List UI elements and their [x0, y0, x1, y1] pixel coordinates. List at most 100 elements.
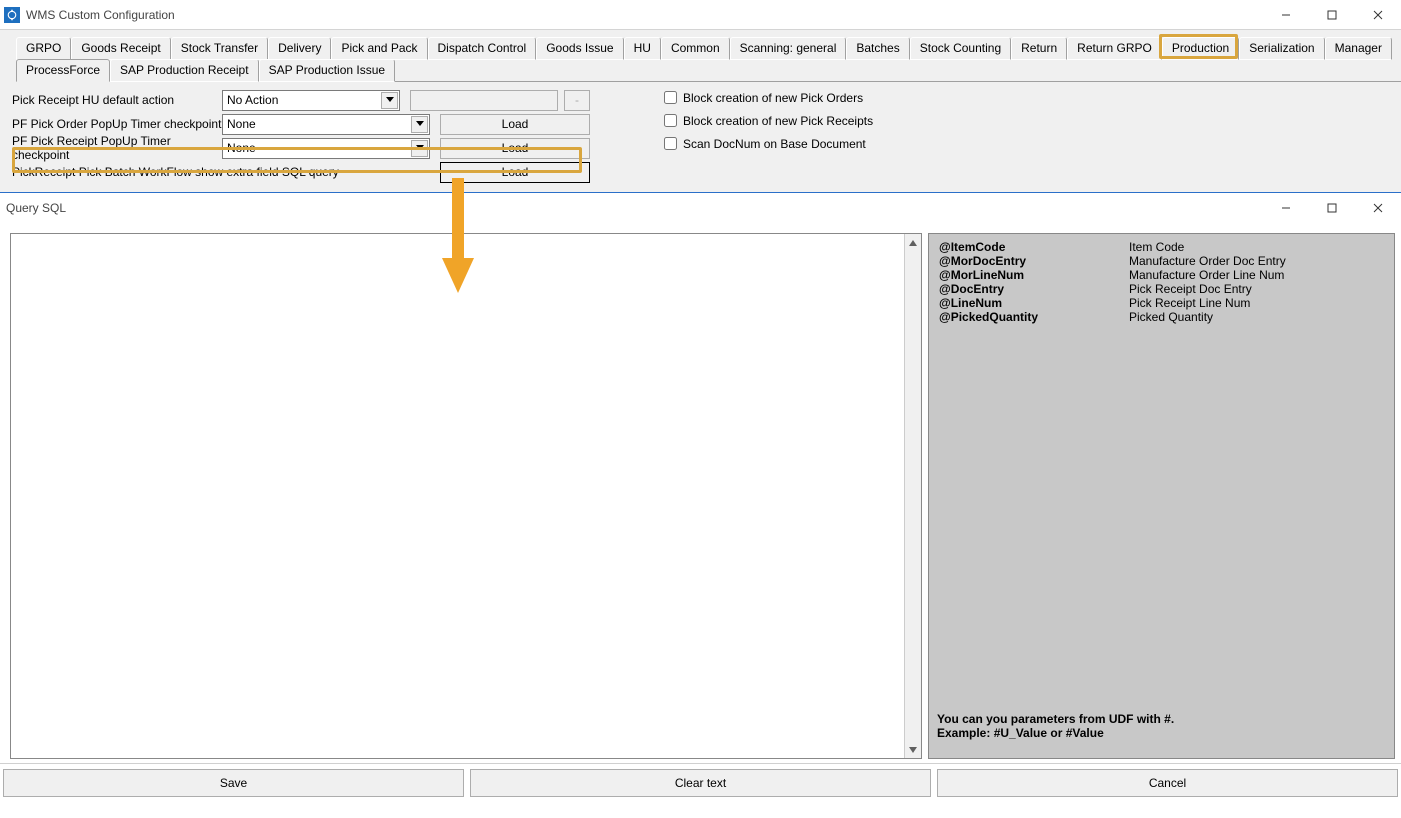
checkbox-scan-docnum[interactable]: [664, 137, 677, 150]
dash-button[interactable]: -: [564, 90, 590, 111]
client-area: GRPOGoods ReceiptStock TransferDeliveryP…: [0, 30, 1401, 192]
param-name: @MorLineNum: [937, 268, 1127, 282]
param-name: @LineNum: [937, 296, 1127, 310]
btn-label: Load: [502, 165, 529, 179]
tab-goods-receipt[interactable]: Goods Receipt: [71, 37, 170, 60]
param-row: @MorLineNumManufacture Order Line Num: [937, 268, 1388, 282]
tab-scanning-general[interactable]: Scanning: general: [730, 37, 847, 60]
btn-label: Cancel: [1149, 776, 1186, 790]
load-button-sql-query[interactable]: Load: [440, 162, 590, 183]
tab-hu[interactable]: HU: [624, 37, 661, 60]
tab-production[interactable]: Production: [1162, 37, 1239, 60]
param-table: @ItemCodeItem Code@MorDocEntryManufactur…: [937, 240, 1388, 324]
chevron-down-icon: [411, 140, 428, 157]
param-name: @PickedQuantity: [937, 310, 1127, 324]
app-icon: [4, 7, 20, 23]
tab-dispatch-control[interactable]: Dispatch Control: [428, 37, 537, 60]
param-name: @DocEntry: [937, 282, 1127, 296]
maximize-button[interactable]: [1309, 0, 1355, 30]
label-pick-order-timer: PF Pick Order PopUp Timer checkpoint: [10, 117, 222, 131]
chevron-down-icon: [381, 92, 398, 109]
combo-value: None: [227, 141, 256, 155]
tab-batches[interactable]: Batches: [846, 37, 909, 60]
tab-grpo[interactable]: GRPO: [16, 37, 71, 60]
scroll-up-icon[interactable]: [905, 234, 921, 251]
footnote-line1: You can you parameters from UDF with #.: [937, 712, 1174, 726]
combo-value: No Action: [227, 93, 278, 107]
window-title: Query SQL: [6, 201, 66, 215]
tab-return[interactable]: Return: [1011, 37, 1067, 60]
dash-label: -: [575, 93, 579, 107]
footnote-line2: Example: #U_Value or #Value: [937, 726, 1174, 740]
tab-manager[interactable]: Manager: [1325, 37, 1392, 60]
tab-serialization[interactable]: Serialization: [1239, 37, 1324, 60]
checkbox-block-pick-orders[interactable]: [664, 91, 677, 104]
tabs-row2: ProcessForceSAP Production ReceiptSAP Pr…: [16, 58, 1401, 82]
param-row: @ItemCodeItem Code: [937, 240, 1388, 254]
titlebar: WMS Custom Configuration: [0, 0, 1401, 30]
tab-sap-production-issue[interactable]: SAP Production Issue: [259, 59, 396, 82]
maximize-button[interactable]: [1309, 193, 1355, 223]
check-row-scan-docnum: Scan DocNum on Base Document: [660, 132, 873, 155]
tab-processforce[interactable]: ProcessForce: [16, 59, 110, 82]
tabs-row1: GRPOGoods ReceiptStock TransferDeliveryP…: [16, 36, 1395, 59]
tab-stock-counting[interactable]: Stock Counting: [910, 37, 1011, 60]
param-desc: Pick Receipt Doc Entry: [1127, 282, 1388, 296]
window-title: WMS Custom Configuration: [26, 8, 175, 22]
scrollbar[interactable]: [904, 234, 921, 758]
minimize-button[interactable]: [1263, 0, 1309, 30]
label-pick-receipt-timer: PF Pick Receipt PopUp Timer checkpoint: [10, 134, 222, 162]
load-button-pick-order[interactable]: Load: [440, 114, 590, 135]
combo-value: None: [227, 117, 256, 131]
param-panel: @ItemCodeItem Code@MorDocEntryManufactur…: [928, 233, 1395, 759]
chevron-down-icon: [411, 116, 428, 133]
checkbox-label: Scan DocNum on Base Document: [683, 137, 866, 151]
tab-pick-and-pack[interactable]: Pick and Pack: [331, 37, 427, 60]
save-button[interactable]: Save: [3, 769, 464, 797]
combo-pick-receipt-timer[interactable]: None: [222, 138, 430, 159]
checkbox-label: Block creation of new Pick Receipts: [683, 114, 873, 128]
right-checkboxes: Block creation of new Pick Orders Block …: [660, 86, 873, 155]
tab-goods-issue[interactable]: Goods Issue: [536, 37, 623, 60]
form-row-sql-query: PickReceipt Pick Batch WorkFlow show ext…: [10, 160, 1391, 184]
query-sql-window: Query SQL @ItemCodeItem Code@MorDocEntry…: [0, 192, 1401, 818]
combo-pick-order-timer[interactable]: None: [222, 114, 430, 135]
checkbox-label: Block creation of new Pick Orders: [683, 91, 863, 105]
tab-common[interactable]: Common: [661, 37, 730, 60]
query-sql-body: @ItemCodeItem Code@MorDocEntryManufactur…: [0, 223, 1401, 763]
param-desc: Manufacture Order Doc Entry: [1127, 254, 1388, 268]
scroll-down-icon[interactable]: [905, 741, 921, 758]
param-desc: Manufacture Order Line Num: [1127, 268, 1388, 282]
param-desc: Item Code: [1127, 240, 1388, 254]
btn-label: Clear text: [675, 776, 726, 790]
param-name: @MorDocEntry: [937, 254, 1127, 268]
tab-stock-transfer[interactable]: Stock Transfer: [171, 37, 268, 60]
btn-label: Save: [220, 776, 247, 790]
window-controls: [1263, 0, 1401, 30]
tab-sap-production-receipt[interactable]: SAP Production Receipt: [110, 59, 259, 82]
param-row: @MorDocEntryManufacture Order Doc Entry: [937, 254, 1388, 268]
bottom-buttons: Save Clear text Cancel: [0, 763, 1401, 802]
close-button[interactable]: [1355, 0, 1401, 30]
query-sql-titlebar: Query SQL: [0, 193, 1401, 223]
check-row-block-orders: Block creation of new Pick Orders: [660, 86, 873, 109]
label-default-action: Pick Receipt HU default action: [10, 93, 222, 107]
btn-label: Load: [502, 117, 529, 131]
param-row: @LineNumPick Receipt Line Num: [937, 296, 1388, 310]
close-button[interactable]: [1355, 193, 1401, 223]
tab-page-processforce: Pick Receipt HU default action No Action…: [6, 82, 1395, 188]
tab-delivery[interactable]: Delivery: [268, 37, 331, 60]
load-button-pick-receipt[interactable]: Load: [440, 138, 590, 159]
label-sql-query: PickReceipt Pick Batch WorkFlow show ext…: [10, 165, 414, 179]
sql-textarea[interactable]: [11, 234, 904, 758]
param-row: @DocEntryPick Receipt Doc Entry: [937, 282, 1388, 296]
minimize-button[interactable]: [1263, 193, 1309, 223]
tab-return-grpo[interactable]: Return GRPO: [1067, 37, 1162, 60]
check-row-block-receipts: Block creation of new Pick Receipts: [660, 109, 873, 132]
checkbox-block-pick-receipts[interactable]: [664, 114, 677, 127]
clear-text-button[interactable]: Clear text: [470, 769, 931, 797]
combo-default-action[interactable]: No Action: [222, 90, 400, 111]
param-desc: Picked Quantity: [1127, 310, 1388, 324]
param-name: @ItemCode: [937, 240, 1127, 254]
cancel-button[interactable]: Cancel: [937, 769, 1398, 797]
